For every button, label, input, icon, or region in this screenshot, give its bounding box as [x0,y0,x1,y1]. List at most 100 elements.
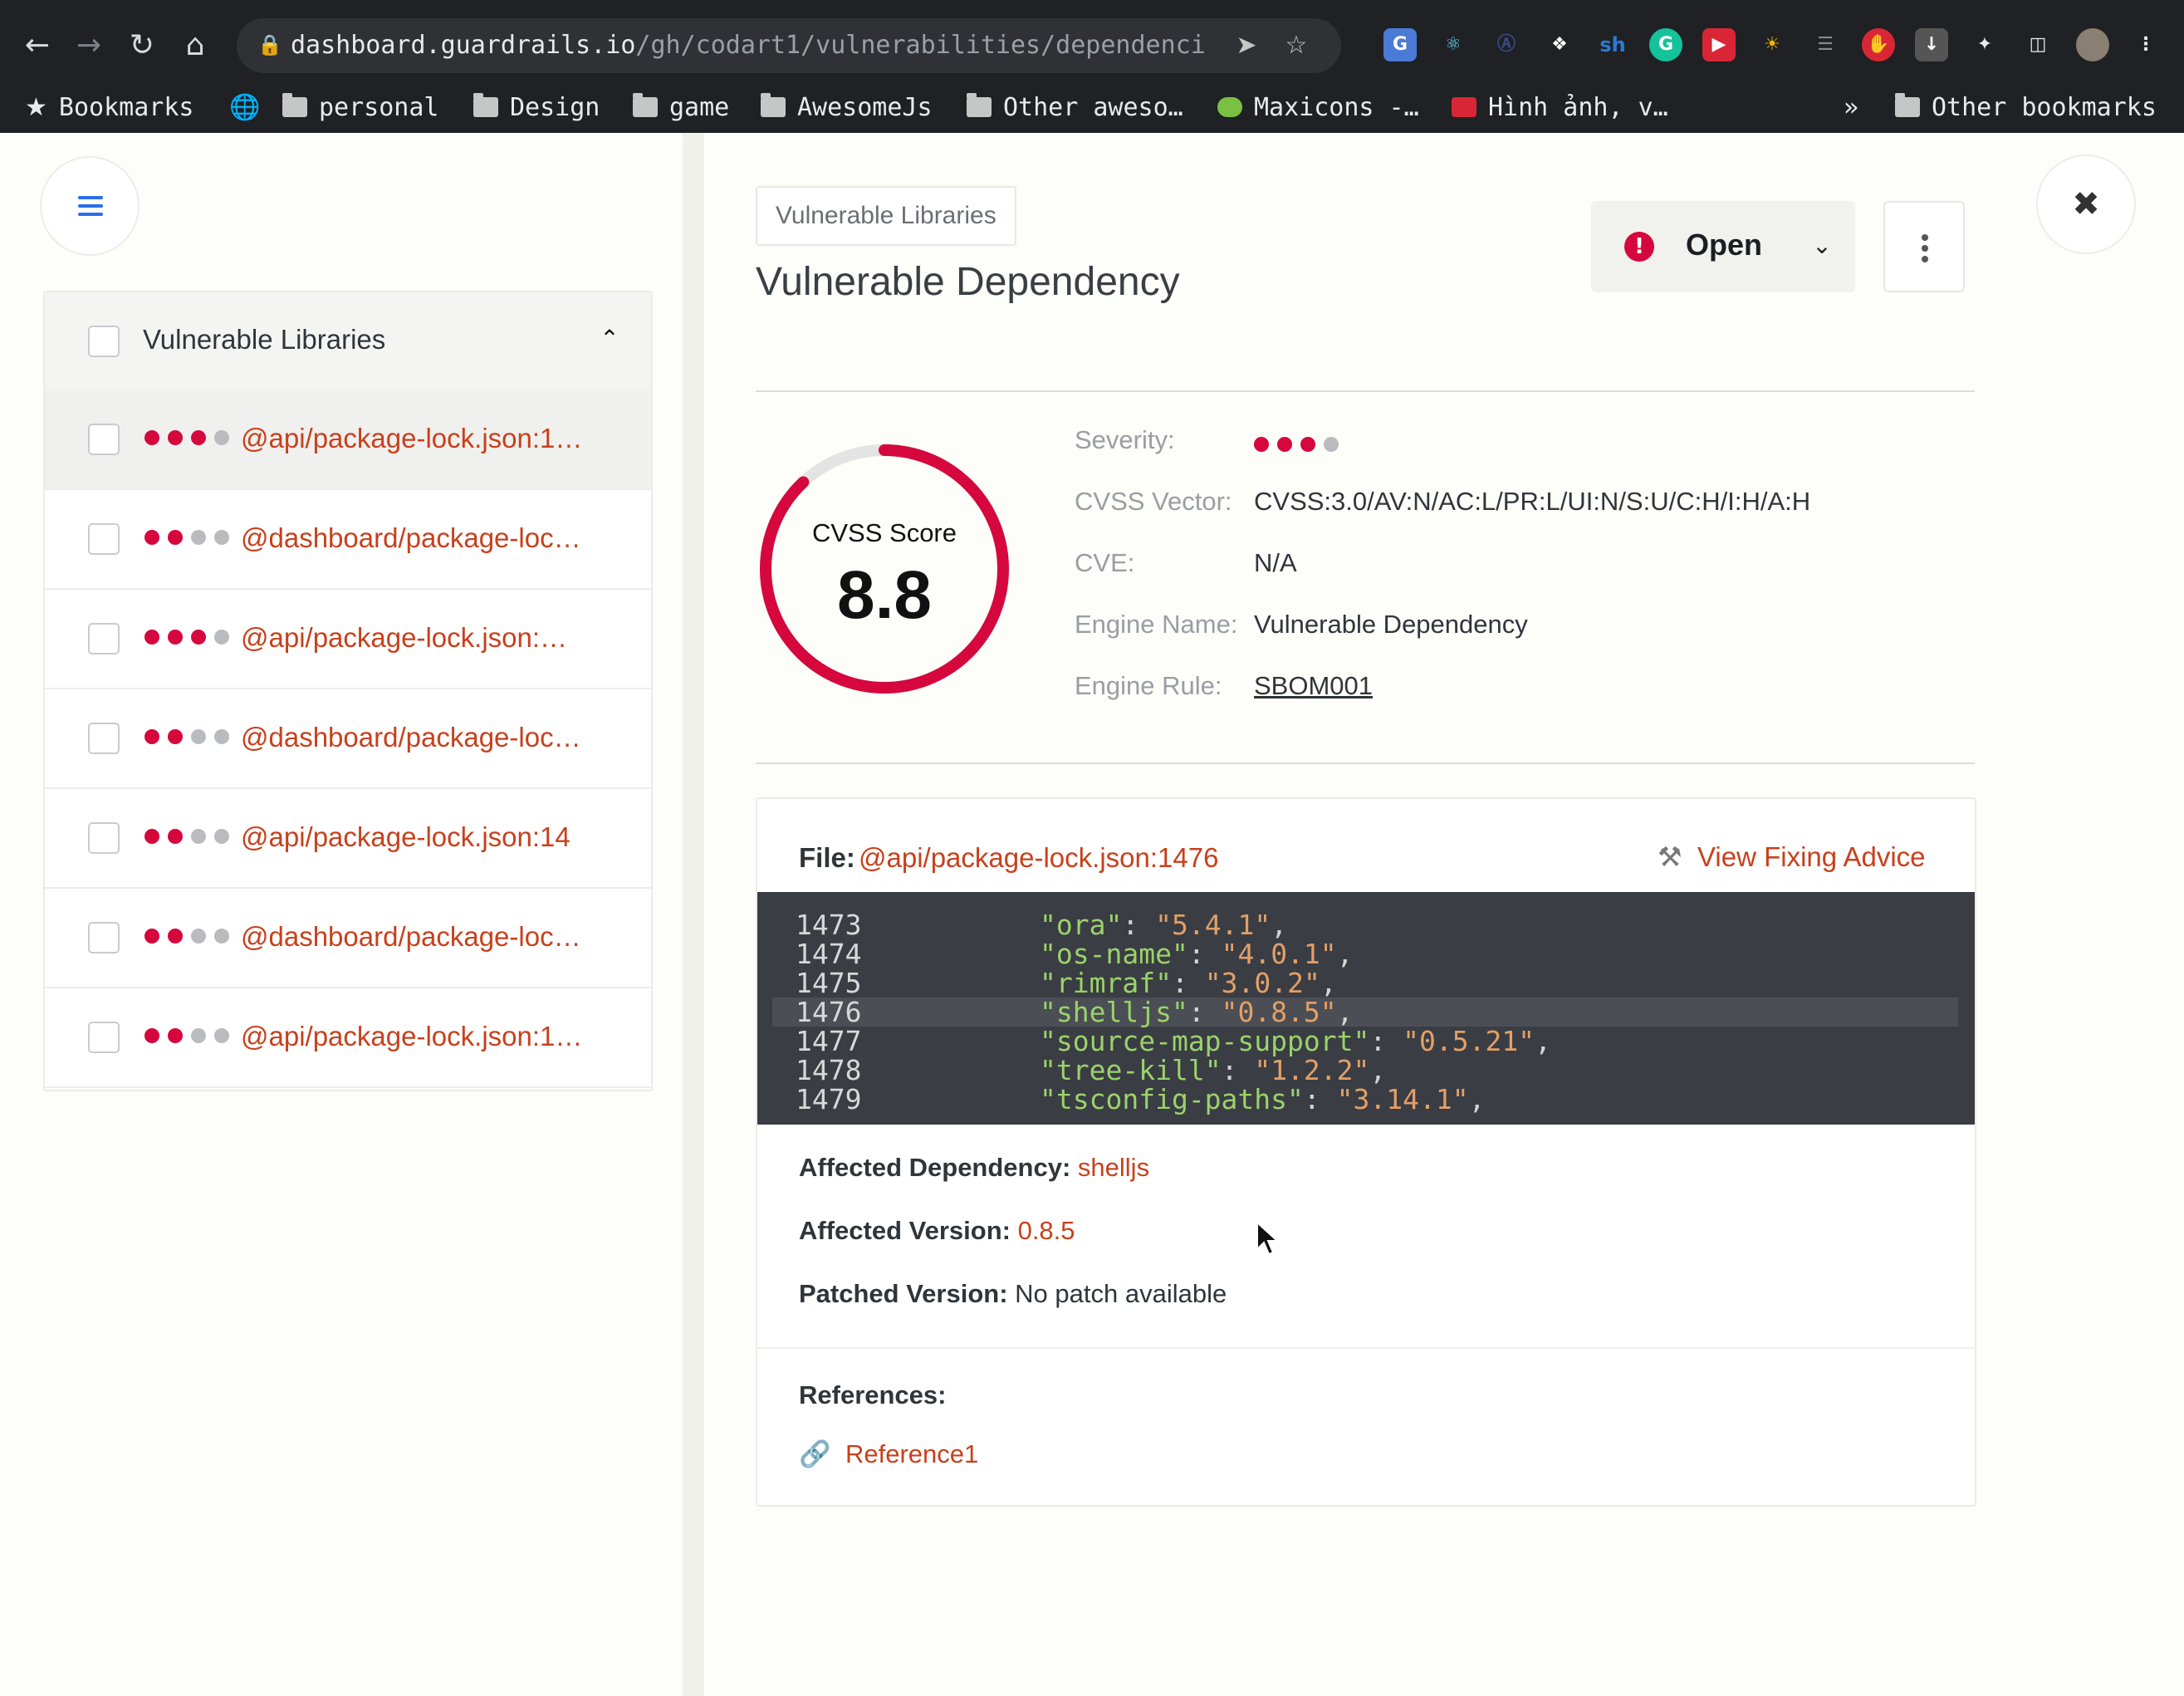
severity-dot [214,1028,229,1043]
code-punctuation: " [1155,909,1172,941]
browser-chrome: ← → ↻ ⌂ 🔒 dashboard.guardrails.io/gh/cod… [0,0,2184,133]
close-button[interactable]: ✖ [2038,156,2134,252]
code-text: "os-name": "4.0.1", [1040,939,1354,968]
severity-dot [144,1028,159,1043]
code-punctuation: " [1040,1025,1056,1057]
code-text: "rimraf": "3.0.2", [1040,968,1337,998]
file-path-link[interactable]: @api/package-lock.json:1476 [859,842,1218,874]
more-options-button[interactable] [1883,201,1965,292]
hamburger-icon [78,196,103,199]
code-punctuation: " [1336,1083,1354,1115]
bookmark-design[interactable]: Design [473,90,600,126]
finding-row[interactable]: @dashboard/package-loc… [45,889,651,988]
severity-dot [144,829,159,844]
affected-version: Affected Version: 0.8.5 [799,1216,1075,1246]
severity-dots [144,430,237,447]
row-checkbox[interactable] [88,822,120,854]
severity-dots [144,929,237,945]
url-text[interactable]: dashboard.guardrails.io/gh/codart1/vulne… [291,29,1204,62]
extensions-puzzle-icon[interactable]: ✦ [1968,28,2001,61]
profile-avatar[interactable] [2076,28,2109,61]
row-checkbox[interactable] [88,1022,120,1053]
cvss-vector-label: CVSS Vector: [1075,487,1232,516]
row-checkbox[interactable] [88,424,120,455]
code-key: rimraf [1055,967,1156,999]
react-devtools-extension-icon[interactable]: ⚛ [1437,28,1470,61]
finding-row[interactable]: @dashboard/package-loc… [45,689,651,789]
engine-rule-link[interactable]: SBOM001 [1254,671,1373,701]
extension-red-icon[interactable]: ▶ [1702,28,1736,61]
bookmark-awesomejs[interactable]: AwesomeJs [761,90,933,126]
lock-icon[interactable]: 🔒 [255,30,285,60]
reload-icon[interactable]: ↻ [121,25,163,66]
menu-button[interactable] [42,158,138,254]
finding-file-link[interactable]: @dashboard/package-loc… [241,520,631,556]
severity-dot [214,729,229,744]
status-dropdown[interactable]: ! Open ⌄ [1591,201,1855,292]
row-checkbox[interactable] [88,922,120,953]
finding-file-link[interactable]: @dashboard/package-loc… [241,719,631,756]
finding-row[interactable]: @api/package-lock.json:1… [45,988,651,1088]
bookmarks-overflow-button[interactable]: » [1844,90,1858,126]
finding-row[interactable]: @dashboard/package-loc… [45,490,651,590]
extension-block-icon[interactable]: ✋ [1862,28,1895,61]
severity-dot [144,929,159,944]
address-bar[interactable]: 🔒 dashboard.guardrails.io/gh/codart1/vul… [237,18,1341,73]
bookmark-personal[interactable]: personal [282,90,439,126]
bookmark-star-icon[interactable]: ☆ [1279,28,1314,63]
back-icon[interactable]: ← [17,25,58,66]
finding-file-link[interactable]: @api/package-lock.json:1… [241,1018,631,1055]
extension-database-icon[interactable]: ☰ [1809,28,1842,61]
finding-row[interactable]: @api/package-lock.json:14 [45,789,651,889]
bookmark-other-awesome[interactable]: Other aweso… [967,90,1183,126]
code-punctuation: " [1403,1025,1419,1057]
reference-link[interactable]: 🔗 Reference1 [799,1439,978,1469]
select-all-checkbox[interactable] [88,326,120,357]
severity-dot [214,530,229,545]
download-icon[interactable]: ↓ [1915,28,1948,61]
bookmark-other-bookmarks[interactable]: Other bookmarks [1895,90,2157,126]
bookmark-game[interactable]: game [633,90,729,126]
affected-dependency-value: shelljs [1077,1153,1150,1182]
code-val: 0.5.21 [1419,1025,1519,1057]
extension-sh-icon[interactable]: sh [1596,28,1629,61]
severity-label: Severity: [1075,425,1175,454]
extension-sun-icon[interactable]: ☀ [1756,28,1789,61]
finding-row[interactable]: @api/package-lock.json:1… [45,390,651,490]
view-fixing-advice-button[interactable]: ⚒ View Fixing Advice [1658,841,1926,873]
code-punctuation: : [1122,909,1156,941]
grammarly-extension-icon[interactable]: G [1649,28,1682,61]
group-title: Vulnerable Libraries [143,324,386,355]
severity-dot [168,829,183,844]
browser-menu-icon[interactable]: ⋮ [2129,28,2162,61]
finding-row[interactable]: @api/package-lock.json:… [45,590,651,689]
home-icon[interactable]: ⌂ [174,25,216,66]
code-punctuation: " [1040,1054,1056,1086]
finding-file-link[interactable]: @api/package-lock.json:1… [241,420,631,457]
bookmark-globe[interactable]: 🌐 [229,90,260,126]
extension-bird-icon[interactable]: ❖ [1543,28,1576,61]
bookmark-bookmarks[interactable]: ★ Bookmarks [25,90,193,126]
translate-extension-icon[interactable]: G [1383,28,1417,61]
findings-group-header[interactable]: Vulnerable Libraries ⌃ [45,292,651,392]
side-panel-icon[interactable]: ◫ [2021,28,2054,61]
bookmark-maxicons[interactable]: Maxicons -… [1217,90,1419,126]
severity-dot [168,430,183,445]
finding-file-link[interactable]: @api/package-lock.json:14 [241,819,631,855]
forward-icon[interactable]: → [68,25,110,66]
row-checkbox[interactable] [88,723,120,754]
code-val: 0.8.5 [1237,996,1320,1028]
code-punctuation: : [1221,1054,1255,1086]
row-checkbox[interactable] [88,523,120,555]
finding-file-link[interactable]: @api/package-lock.json:… [241,620,631,656]
hamburger-icon-bar [78,213,103,216]
row-checkbox[interactable] [88,623,120,654]
chevron-up-icon[interactable]: ⌃ [593,322,626,355]
finding-file-link[interactable]: @dashboard/package-loc… [241,919,631,955]
extension-a-icon[interactable]: Ⓐ [1490,28,1523,61]
panel-divider [683,133,704,1696]
bookmark-hinh-anh[interactable]: Hình ảnh, v… [1452,90,1668,126]
send-icon[interactable]: ➤ [1229,28,1264,63]
affected-dependency-label: Affected Dependency: [799,1153,1071,1182]
folder-icon [473,93,498,117]
